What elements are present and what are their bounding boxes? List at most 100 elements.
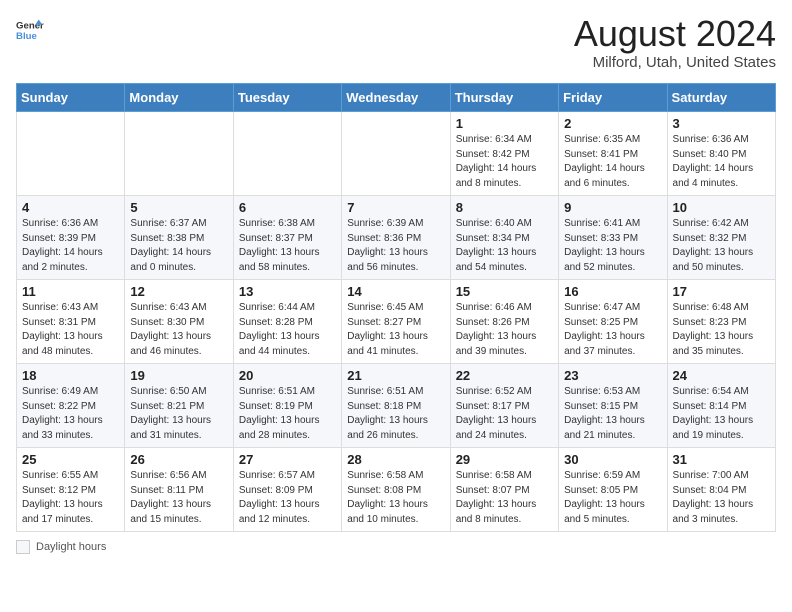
calendar-day-cell: 30 Sunrise: 6:59 AM Sunset: 8:05 PM Dayli… [559, 448, 667, 532]
logo: General Blue [16, 16, 44, 44]
calendar-day-cell: 26 Sunrise: 6:56 AM Sunset: 8:11 PM Dayli… [125, 448, 233, 532]
calendar-day-cell: 2Sunrise: 6:35 AM Sunset: 8:41 PM Daylig… [559, 112, 667, 196]
month-year-title: August 2024 [574, 16, 776, 52]
day-info: Sunrise: 6:58 AM Sunset: 8:07 PM Dayligh… [456, 469, 553, 527]
calendar-day-cell: 1 Sunrise: 6:34 AM Sunset: 8:42 PM Daylig… [450, 112, 558, 196]
day-number: 17 [673, 284, 770, 299]
calendar-table: SundayMondayTuesdayWednesdayThursdayFrid… [16, 83, 776, 532]
day-of-week-header: Sunday [17, 84, 125, 112]
day-of-week-header: Wednesday [342, 84, 450, 112]
days-header-row: SundayMondayTuesdayWednesdayThursdayFrid… [17, 84, 776, 112]
day-number: 9 [564, 200, 661, 215]
calendar-day-cell: 5 Sunrise: 6:37 AM Sunset: 8:38 PM Daylig… [125, 196, 233, 280]
calendar-week-row: 4Sunrise: 6:36 AM Sunset: 8:39 PM Daylig… [17, 196, 776, 280]
day-number: 14 [347, 284, 444, 299]
day-number: 5 [130, 200, 227, 215]
day-info: Sunrise: 6:53 AM Sunset: 8:15 PM Dayligh… [564, 385, 661, 443]
day-number: 10 [673, 200, 770, 215]
day-number: 24 [673, 368, 770, 383]
day-info: Sunrise: 6:56 AM Sunset: 8:11 PM Dayligh… [130, 469, 227, 527]
calendar-day-cell: 25 Sunrise: 6:55 AM Sunset: 8:12 PM Dayli… [17, 448, 125, 532]
day-of-week-header: Saturday [667, 84, 775, 112]
day-number: 25 [22, 452, 119, 467]
day-info: Sunrise: 6:36 AM Sunset: 8:40 PM Dayligh… [673, 133, 770, 191]
calendar-day-cell: 31 Sunrise: 7:00 AM Sunset: 8:04 PM Dayli… [667, 448, 775, 532]
calendar-week-row: 25 Sunrise: 6:55 AM Sunset: 8:12 PM Dayli… [17, 448, 776, 532]
calendar-day-cell: 20 Sunrise: 6:51 AM Sunset: 8:19 PM Dayli… [233, 364, 341, 448]
day-number: 8 [456, 200, 553, 215]
day-number: 1 [456, 116, 553, 131]
day-number: 27 [239, 452, 336, 467]
day-info: Sunrise: 6:37 AM Sunset: 8:38 PM Dayligh… [130, 217, 227, 275]
legend-box [16, 540, 30, 554]
day-of-week-header: Monday [125, 84, 233, 112]
page-header: General Blue August 2024 Milford, Utah, … [16, 16, 776, 71]
calendar-day-cell: 6 Sunrise: 6:38 AM Sunset: 8:37 PM Daylig… [233, 196, 341, 280]
calendar-day-cell: 12 Sunrise: 6:43 AM Sunset: 8:30 PM Dayli… [125, 280, 233, 364]
day-number: 13 [239, 284, 336, 299]
calendar-day-cell: 9 Sunrise: 6:41 AM Sunset: 8:33 PM Daylig… [559, 196, 667, 280]
day-of-week-header: Tuesday [233, 84, 341, 112]
day-info: Sunrise: 6:55 AM Sunset: 8:12 PM Dayligh… [22, 469, 119, 527]
calendar-day-cell: 8 Sunrise: 6:40 AM Sunset: 8:34 PM Daylig… [450, 196, 558, 280]
day-number: 29 [456, 452, 553, 467]
day-number: 4 [22, 200, 119, 215]
calendar-day-cell: 11Sunrise: 6:43 AM Sunset: 8:31 PM Dayli… [17, 280, 125, 364]
day-number: 16 [564, 284, 661, 299]
day-number: 18 [22, 368, 119, 383]
calendar-day-cell [342, 112, 450, 196]
day-info: Sunrise: 6:38 AM Sunset: 8:37 PM Dayligh… [239, 217, 336, 275]
day-number: 19 [130, 368, 227, 383]
day-info: Sunrise: 6:43 AM Sunset: 8:30 PM Dayligh… [130, 301, 227, 359]
calendar-day-cell: 14 Sunrise: 6:45 AM Sunset: 8:27 PM Dayli… [342, 280, 450, 364]
day-info: Sunrise: 6:59 AM Sunset: 8:05 PM Dayligh… [564, 469, 661, 527]
day-number: 11 [22, 284, 119, 299]
calendar-day-cell: 7Sunrise: 6:39 AM Sunset: 8:36 PM Daylig… [342, 196, 450, 280]
day-number: 21 [347, 368, 444, 383]
day-info: Sunrise: 6:46 AM Sunset: 8:26 PM Dayligh… [456, 301, 553, 359]
day-number: 20 [239, 368, 336, 383]
day-info: Sunrise: 6:51 AM Sunset: 8:18 PM Dayligh… [347, 385, 444, 443]
day-info: Sunrise: 6:45 AM Sunset: 8:27 PM Dayligh… [347, 301, 444, 359]
calendar-day-cell: 13Sunrise: 6:44 AM Sunset: 8:28 PM Dayli… [233, 280, 341, 364]
day-info: Sunrise: 6:40 AM Sunset: 8:34 PM Dayligh… [456, 217, 553, 275]
calendar-day-cell: 17 Sunrise: 6:48 AM Sunset: 8:23 PM Dayli… [667, 280, 775, 364]
calendar-day-cell: 23Sunrise: 6:53 AM Sunset: 8:15 PM Dayli… [559, 364, 667, 448]
day-info: Sunrise: 7:00 AM Sunset: 8:04 PM Dayligh… [673, 469, 770, 527]
calendar-day-cell [17, 112, 125, 196]
day-info: Sunrise: 6:48 AM Sunset: 8:23 PM Dayligh… [673, 301, 770, 359]
day-info: Sunrise: 6:58 AM Sunset: 8:08 PM Dayligh… [347, 469, 444, 527]
day-info: Sunrise: 6:51 AM Sunset: 8:19 PM Dayligh… [239, 385, 336, 443]
day-info: Sunrise: 6:34 AM Sunset: 8:42 PM Dayligh… [456, 133, 553, 191]
day-number: 31 [673, 452, 770, 467]
calendar-week-row: 18Sunrise: 6:49 AM Sunset: 8:22 PM Dayli… [17, 364, 776, 448]
day-info: Sunrise: 6:35 AM Sunset: 8:41 PM Dayligh… [564, 133, 661, 191]
calendar-day-cell: 24Sunrise: 6:54 AM Sunset: 8:14 PM Dayli… [667, 364, 775, 448]
calendar-day-cell: 15 Sunrise: 6:46 AM Sunset: 8:26 PM Dayli… [450, 280, 558, 364]
calendar-week-row: 1 Sunrise: 6:34 AM Sunset: 8:42 PM Daylig… [17, 112, 776, 196]
legend: Daylight hours [16, 540, 776, 554]
day-info: Sunrise: 6:47 AM Sunset: 8:25 PM Dayligh… [564, 301, 661, 359]
legend-label: Daylight hours [36, 541, 106, 553]
calendar-day-cell: 10Sunrise: 6:42 AM Sunset: 8:32 PM Dayli… [667, 196, 775, 280]
calendar-day-cell: 27 Sunrise: 6:57 AM Sunset: 8:09 PM Dayli… [233, 448, 341, 532]
day-number: 22 [456, 368, 553, 383]
day-number: 30 [564, 452, 661, 467]
logo-icon: General Blue [16, 16, 44, 44]
day-number: 6 [239, 200, 336, 215]
calendar-day-cell: 18Sunrise: 6:49 AM Sunset: 8:22 PM Dayli… [17, 364, 125, 448]
day-number: 7 [347, 200, 444, 215]
calendar-day-cell [233, 112, 341, 196]
day-number: 15 [456, 284, 553, 299]
calendar-day-cell: 28Sunrise: 6:58 AM Sunset: 8:08 PM Dayli… [342, 448, 450, 532]
day-info: Sunrise: 6:41 AM Sunset: 8:33 PM Dayligh… [564, 217, 661, 275]
day-info: Sunrise: 6:52 AM Sunset: 8:17 PM Dayligh… [456, 385, 553, 443]
calendar-week-row: 11Sunrise: 6:43 AM Sunset: 8:31 PM Dayli… [17, 280, 776, 364]
svg-text:Blue: Blue [16, 31, 37, 42]
calendar-day-cell: 29 Sunrise: 6:58 AM Sunset: 8:07 PM Dayli… [450, 448, 558, 532]
day-number: 12 [130, 284, 227, 299]
day-number: 26 [130, 452, 227, 467]
day-info: Sunrise: 6:57 AM Sunset: 8:09 PM Dayligh… [239, 469, 336, 527]
day-number: 3 [673, 116, 770, 131]
calendar-day-cell: 21 Sunrise: 6:51 AM Sunset: 8:18 PM Dayli… [342, 364, 450, 448]
